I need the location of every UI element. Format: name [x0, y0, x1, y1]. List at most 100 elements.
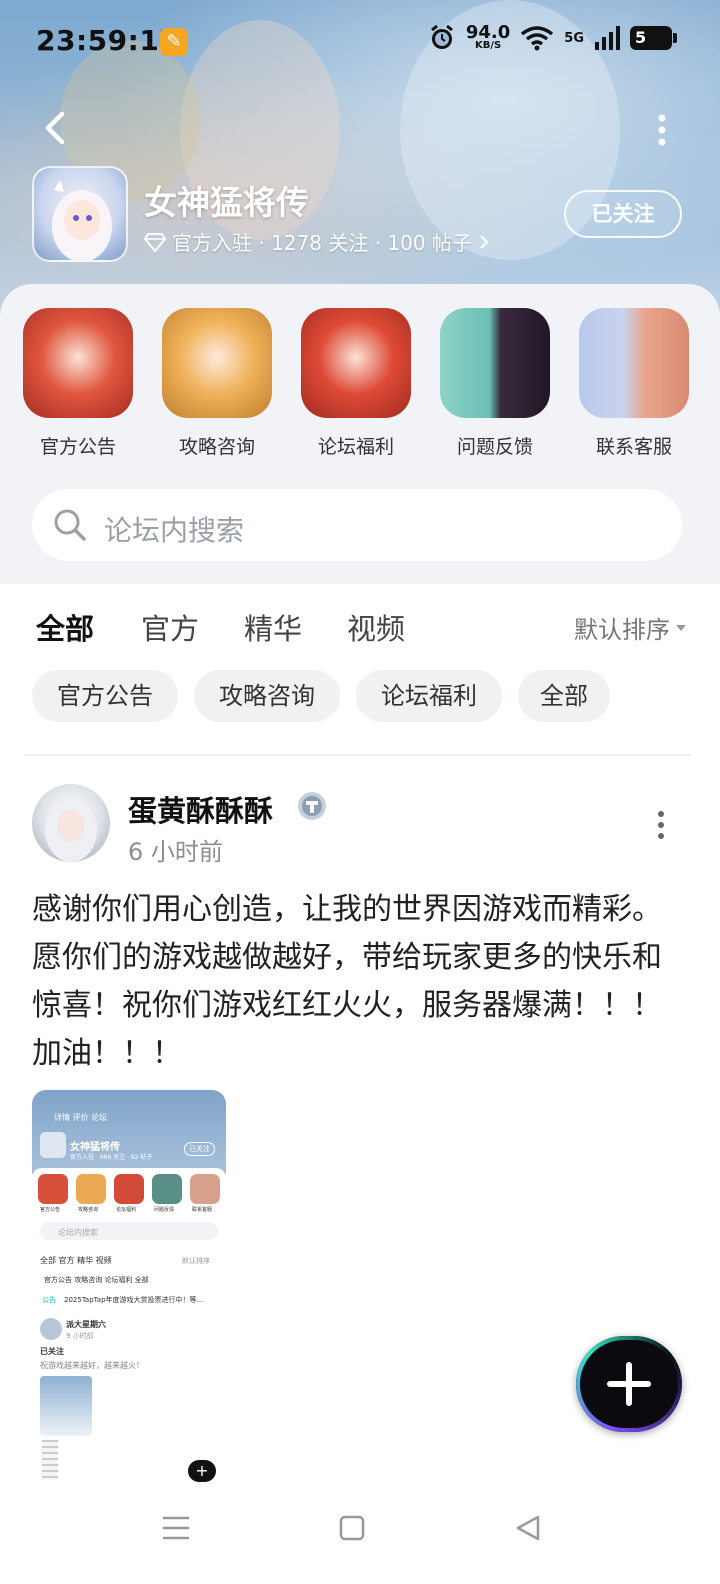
mini-meta: 官方入驻 · 966 关注 · 92 帖子: [70, 1154, 153, 1161]
chevron-right-icon: [480, 234, 489, 249]
mini-content-lines: [42, 1440, 58, 1480]
status-icons: 94.0 KB/S 5G 5: [428, 24, 677, 52]
sort-label: 默认排序: [574, 616, 670, 644]
game-meta-text: 官方入驻 · 1278 关注 · 100 帖子: [172, 231, 472, 255]
category-chips: 官方公告 攻略咨询 论坛福利 全部: [0, 670, 720, 726]
mini-shortcut-label: 论坛福利: [116, 1207, 137, 1213]
mini-time: 9 小时前: [66, 1332, 94, 1340]
menu-icon[interactable]: [158, 1510, 194, 1546]
battery-indicator: 5: [630, 26, 677, 50]
signal-type: 5G: [564, 30, 584, 46]
tab-label: 全部: [36, 612, 95, 646]
system-nav-bar: [0, 1484, 720, 1584]
mini-tabs: 详情 评价 论坛: [54, 1113, 108, 1122]
more-vertical-icon[interactable]: [650, 110, 674, 150]
game-title: 女神猛将传: [144, 183, 309, 222]
mini-shortcut-label: 问题反馈: [154, 1207, 175, 1213]
shortcut-welfare[interactable]: 论坛福利: [300, 308, 412, 459]
mini-post-image: [40, 1376, 92, 1436]
shortcut-avatar: [162, 308, 272, 418]
post-author-name[interactable]: 蛋黄酥酥酥: [128, 788, 273, 830]
mini-avatar: [40, 1318, 62, 1340]
chip-official-notice[interactable]: 官方公告: [32, 670, 178, 722]
network-speed: 94.0 KB/S: [466, 24, 510, 51]
mini-shortcut-label: 官方公告: [40, 1207, 61, 1213]
caret-down-icon: [676, 624, 686, 631]
mini-notice: 2025TapTap年度游戏大赏投票进行中！等...: [64, 1296, 204, 1304]
shortcut-label: 论坛福利: [317, 436, 394, 458]
tab-featured[interactable]: 精华: [244, 606, 302, 648]
mini-shortcut-label: 攻略咨询: [78, 1207, 99, 1213]
mini-title: 女神猛将传: [70, 1142, 120, 1153]
active-tab-indicator: [40, 648, 94, 656]
mini-search-text: 论坛内搜索: [58, 1228, 98, 1237]
back-arrow-icon[interactable]: [36, 108, 76, 148]
shortcut-official-notice[interactable]: 官方公告: [22, 308, 134, 459]
alarm-icon: [430, 24, 453, 49]
create-post-button[interactable]: [576, 1336, 682, 1432]
sort-dropdown[interactable]: 默认排序: [574, 610, 688, 645]
shortcut-avatar: [440, 308, 550, 418]
shortcut-avatar: [23, 308, 133, 418]
mini-tab-row: 全部 官方 精华 视频: [40, 1256, 112, 1265]
back-triangle-icon[interactable]: [510, 1510, 546, 1546]
post-more-icon[interactable]: [652, 808, 670, 842]
shortcut-avatar: [301, 308, 411, 418]
notification-app-icon: ✎: [160, 28, 188, 56]
shortcut-label: 问题反馈: [456, 436, 533, 458]
plus-icon: [607, 1362, 651, 1406]
follow-button[interactable]: 已关注: [564, 190, 682, 238]
game-avatar-art: [52, 180, 112, 260]
shortcut-label: 攻略咨询: [178, 436, 255, 458]
mini-sort: 默认排序: [182, 1257, 210, 1265]
chip-welfare[interactable]: 论坛福利: [356, 670, 502, 722]
shortcut-strategy[interactable]: 攻略咨询: [161, 308, 273, 459]
mini-post-text: 祝游戏越来越好，越来越火！: [40, 1361, 144, 1370]
mini-shortcut: [38, 1174, 68, 1204]
post-body-text[interactable]: 感谢你们用心创造，让我的世界因游戏而精彩。愿你们的游戏越做越好，带给玩家更多的快…: [32, 886, 688, 1078]
chip-all[interactable]: 全部: [518, 670, 610, 722]
shortcut-row: 官方公告 攻略咨询 论坛福利 问题反馈 联系客服: [0, 308, 720, 468]
shortcut-customer-service[interactable]: 联系客服: [578, 308, 690, 459]
mini-shortcut: [114, 1174, 144, 1204]
search-icon: [54, 509, 86, 541]
verified-badge-icon: [298, 792, 326, 820]
home-square-icon[interactable]: [334, 1510, 370, 1546]
chip-strategy[interactable]: 攻略咨询: [194, 670, 340, 722]
avatar-art: [45, 798, 97, 862]
content-tabs: 全部 官方 精华 视频 默认排序: [0, 584, 720, 666]
post-image[interactable]: 详情 评价 论坛 女神猛将传 官方入驻 · 966 关注 · 92 帖子 已关注…: [32, 1090, 226, 1484]
wifi-icon: [521, 26, 554, 51]
forum-search-bar[interactable]: 论坛内搜索: [32, 489, 682, 561]
mini-notice-tag: 公告: [42, 1296, 56, 1304]
header-banner: 23:59:17 ✎ 94.0 KB/S 5G 5 女神猛将传 官方入驻 · 1…: [0, 0, 720, 330]
mini-chip-row: 官方公告 攻略咨询 论坛福利 全部: [44, 1276, 149, 1284]
tab-video[interactable]: 视频: [347, 606, 405, 648]
game-icon[interactable]: [32, 166, 128, 262]
author-avatar[interactable]: [32, 784, 110, 862]
signal-bars-icon: [595, 26, 620, 50]
mini-author: 派大星期六: [66, 1320, 106, 1329]
mini-fab: +: [188, 1460, 216, 1482]
mini-shortcut: [190, 1174, 220, 1204]
post-time: 6 小时前: [128, 838, 223, 866]
shortcut-label: 联系客服: [595, 436, 672, 458]
status-bar: 23:59:17 ✎ 94.0 KB/S 5G 5: [0, 0, 720, 84]
shortcut-label: 官方公告: [39, 436, 116, 458]
shortcut-avatar: [579, 308, 689, 418]
game-meta[interactable]: 官方入驻 · 1278 关注 · 100 帖子: [144, 227, 490, 256]
mini-follow: 已关注: [184, 1142, 215, 1156]
mini-game-icon: [40, 1132, 66, 1158]
mini-shortcut: [152, 1174, 182, 1204]
mini-post-title: 已关注: [40, 1347, 64, 1356]
diamond-icon: [144, 232, 166, 252]
status-time: 23:59:17: [36, 24, 180, 57]
search-input[interactable]: 论坛内搜索: [104, 509, 244, 549]
mini-shortcut: [76, 1174, 106, 1204]
shortcut-feedback[interactable]: 问题反馈: [439, 308, 551, 459]
divider: [24, 754, 690, 756]
tab-official[interactable]: 官方: [141, 606, 199, 648]
tab-all[interactable]: 全部: [36, 606, 95, 656]
mini-shortcut-label: 联系客服: [192, 1207, 213, 1213]
forum-sheet: 官方公告 攻略咨询 论坛福利 问题反馈 联系客服 论坛内搜索: [0, 284, 720, 584]
